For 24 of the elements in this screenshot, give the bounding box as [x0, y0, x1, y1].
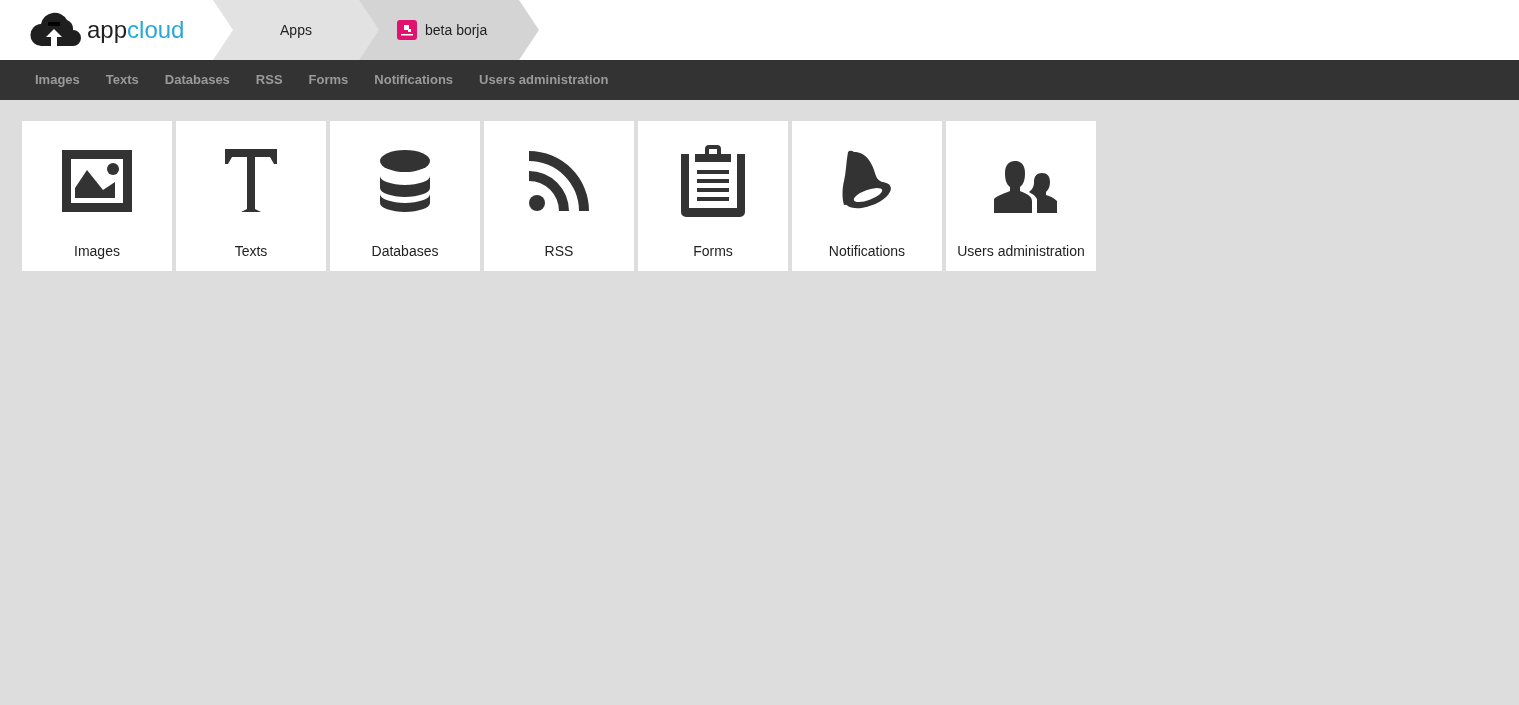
nav-link[interactable]: Databases: [151, 70, 243, 90]
breadcrumb-link[interactable]: Apps: [213, 0, 359, 60]
nav-link[interactable]: Images: [22, 70, 93, 90]
nav-link[interactable]: Forms: [295, 70, 362, 90]
app-tile[interactable]: Notifications: [792, 121, 942, 271]
text-icon: [225, 149, 277, 213]
app-tile[interactable]: Images: [22, 121, 172, 271]
nav-link[interactable]: Users administration: [466, 70, 622, 90]
database-icon: [380, 150, 430, 212]
app-tile[interactable]: RSS: [484, 121, 634, 271]
app-tile[interactable]: Forms: [638, 121, 788, 271]
nav-link[interactable]: RSS: [242, 70, 296, 90]
app-tile[interactable]: Texts: [176, 121, 326, 271]
app-tile[interactable]: Databases: [330, 121, 480, 271]
clipboard-icon: [681, 145, 745, 217]
nav-link[interactable]: Notifications: [361, 70, 467, 90]
app-logo-text: appcloud: [87, 18, 185, 42]
nav-link[interactable]: Texts: [92, 70, 152, 90]
breadcrumb-link[interactable]: beta borja: [359, 0, 539, 60]
image-icon: [62, 150, 132, 212]
rss-icon: [529, 151, 589, 211]
app-tile[interactable]: Users administration: [946, 121, 1096, 271]
cloud-upload-logo-icon: [30, 12, 84, 48]
app-icon: [397, 20, 417, 40]
